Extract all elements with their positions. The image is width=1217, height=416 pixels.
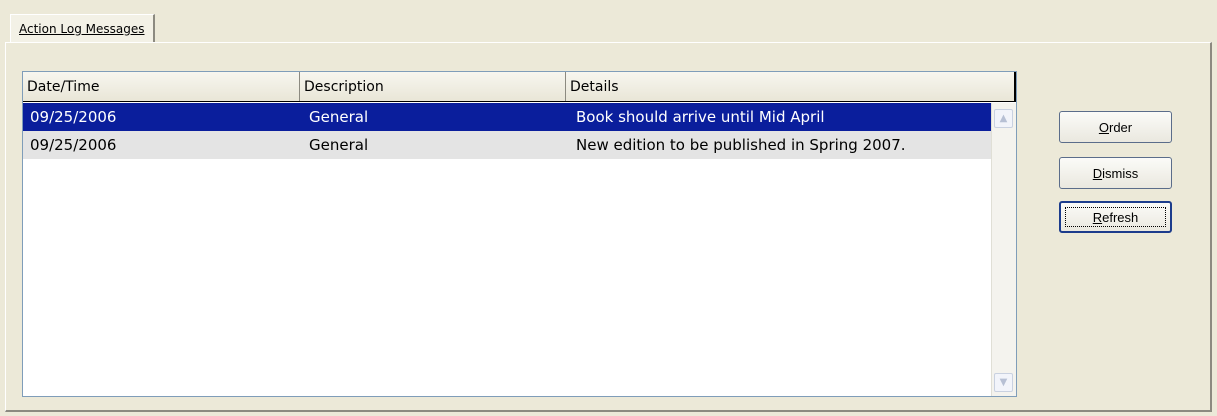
cell-date-time: 09/25/2006 — [30, 136, 117, 154]
action-log-grid[interactable]: Date/Time Description Details 09/25/2006… — [22, 71, 1017, 397]
tab-action-log-messages[interactable]: Action Log Messages — [10, 14, 155, 42]
table-row[interactable]: 09/25/2006 General New edition to be pub… — [23, 131, 1008, 159]
chevron-down-icon[interactable]: ▼ — [994, 373, 1013, 392]
order-button[interactable]: Order — [1059, 111, 1172, 143]
tab-strip: Action Log Messages — [0, 0, 1217, 44]
column-header-description[interactable]: Description — [300, 72, 566, 101]
cell-description: General — [309, 136, 369, 154]
dismiss-button[interactable]: Dismiss — [1059, 157, 1172, 189]
tab-label: Action Log Messages — [19, 21, 145, 36]
grid-rows: 09/25/2006 General Book should arrive un… — [23, 103, 1008, 159]
cell-details: New edition to be published in Spring 20… — [576, 136, 906, 154]
order-button-label: rder — [1109, 119, 1133, 135]
column-header-date-time[interactable]: Date/Time — [23, 72, 300, 101]
cell-description: General — [309, 108, 369, 126]
vertical-scrollbar[interactable]: ▲ ▼ — [991, 103, 1016, 396]
chevron-up-icon[interactable]: ▲ — [994, 109, 1013, 128]
focus-ring — [1065, 207, 1166, 227]
grid-header: Date/Time Description Details — [23, 72, 1016, 102]
cell-date-time: 09/25/2006 — [30, 108, 117, 126]
order-button-mnemonic: O — [1098, 119, 1109, 135]
table-row[interactable]: 09/25/2006 General Book should arrive un… — [23, 103, 1008, 131]
refresh-button[interactable]: Refresh — [1059, 201, 1172, 233]
cell-details: Book should arrive until Mid April — [576, 108, 825, 126]
column-header-details[interactable]: Details — [566, 72, 1016, 101]
dismiss-button-label: ismiss — [1102, 165, 1139, 181]
dismiss-button-mnemonic: D — [1092, 165, 1103, 181]
